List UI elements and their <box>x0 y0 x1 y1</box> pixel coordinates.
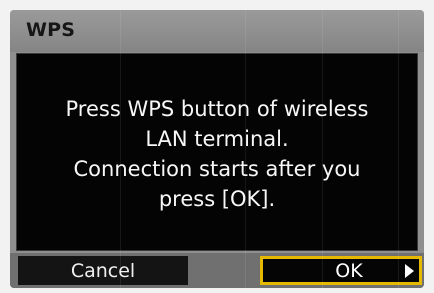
message-line-1: Press WPS button of wireless <box>65 97 369 121</box>
button-bar: Cancel OK <box>10 253 424 288</box>
ok-button[interactable]: OK <box>260 256 422 285</box>
instruction-message: Press WPS button of wireless LAN termina… <box>47 94 387 214</box>
message-line-4: press [OK]. <box>158 187 276 211</box>
cancel-button[interactable]: Cancel <box>18 256 188 285</box>
camera-screen: WPS Press WPS button of wireless LAN ter… <box>10 10 424 288</box>
ok-button-label: OK <box>335 259 363 282</box>
title-bar: WPS <box>10 10 424 52</box>
cancel-button-label: Cancel <box>70 259 136 282</box>
message-line-3: Connection starts after you <box>73 157 361 181</box>
dialog-title: WPS <box>26 19 76 41</box>
message-panel: Press WPS button of wireless LAN termina… <box>16 53 418 251</box>
arrow-right-icon <box>405 263 414 278</box>
message-line-2: LAN terminal. <box>145 127 289 151</box>
